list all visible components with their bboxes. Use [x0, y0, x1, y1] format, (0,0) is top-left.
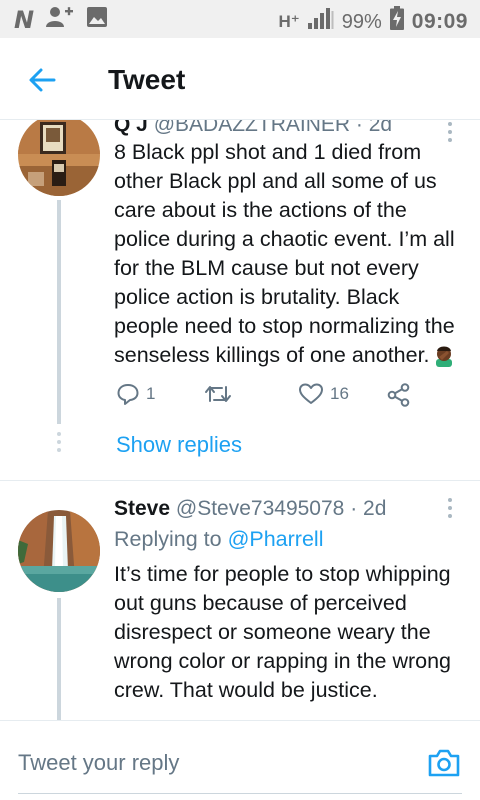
share-button[interactable]: [386, 382, 412, 408]
status-bar: N H⁺ 99% 09:09: [0, 0, 480, 38]
facepalm-emoji-icon: [432, 343, 456, 375]
reply-button[interactable]: 1: [116, 382, 155, 406]
network-type: H⁺: [278, 11, 300, 31]
tweet-author-row: Steve @Steve73495078 · 2d: [114, 496, 386, 522]
tweet-age: · 2d: [350, 497, 387, 520]
like-button[interactable]: 16: [298, 382, 349, 406]
image-icon: [86, 6, 108, 33]
thread-line: [57, 598, 61, 720]
camera-button[interactable]: [426, 745, 462, 781]
reply-composer: [0, 720, 480, 800]
person-add-icon: [46, 6, 74, 33]
thread-gap-dots: [57, 432, 61, 452]
signal-icon: [307, 7, 334, 36]
conversation[interactable]: Q J @BADAZZTRAINER · 2d 8 Black ppl shot…: [0, 120, 480, 720]
thread-line: [57, 200, 61, 424]
reply-icon: [117, 384, 139, 405]
camera-icon: [428, 749, 460, 777]
clock: 09:09: [411, 9, 468, 33]
battery-percent: 99%: [341, 10, 382, 33]
notification-app-icon: N: [14, 5, 35, 34]
reply-count: 1: [146, 384, 156, 403]
retweet-icon: [205, 386, 231, 402]
tweet-text: 8 Black ppl shot and 1 died from other B…: [114, 138, 474, 375]
author-name[interactable]: Q J: [114, 120, 148, 136]
page-title: Tweet: [108, 64, 186, 95]
share-icon: [387, 383, 410, 407]
divider: [0, 480, 480, 481]
avatar[interactable]: [18, 510, 100, 592]
author-handle[interactable]: @Steve73495078: [176, 497, 344, 520]
reply-input-underline: [18, 793, 462, 794]
back-button[interactable]: [22, 60, 62, 100]
app-header: Tweet: [0, 38, 480, 120]
arrow-left-icon: [29, 68, 56, 92]
avatar[interactable]: [18, 120, 100, 196]
tweet-actions: 1 16: [116, 382, 416, 412]
retweet-button[interactable]: [204, 382, 238, 406]
replying-to-mention[interactable]: @Pharrell: [228, 527, 324, 551]
like-count: 16: [330, 384, 349, 403]
battery-charging-icon: [389, 6, 404, 37]
author-handle[interactable]: @BADAZZTRAINER: [154, 120, 350, 136]
reply-input[interactable]: [18, 741, 418, 785]
replying-to: Replying to @Pharrell: [114, 527, 324, 551]
tweet-text: It’s time for people to stop whipping ou…: [114, 562, 452, 702]
heart-icon: [299, 383, 323, 404]
author-name[interactable]: Steve: [114, 497, 170, 520]
tweet-author-row: Q J @BADAZZTRAINER · 2d: [114, 120, 392, 138]
tweet-age: · 2d: [355, 120, 393, 136]
show-replies-link[interactable]: Show replies: [116, 430, 242, 460]
more-options-button[interactable]: [448, 498, 454, 518]
